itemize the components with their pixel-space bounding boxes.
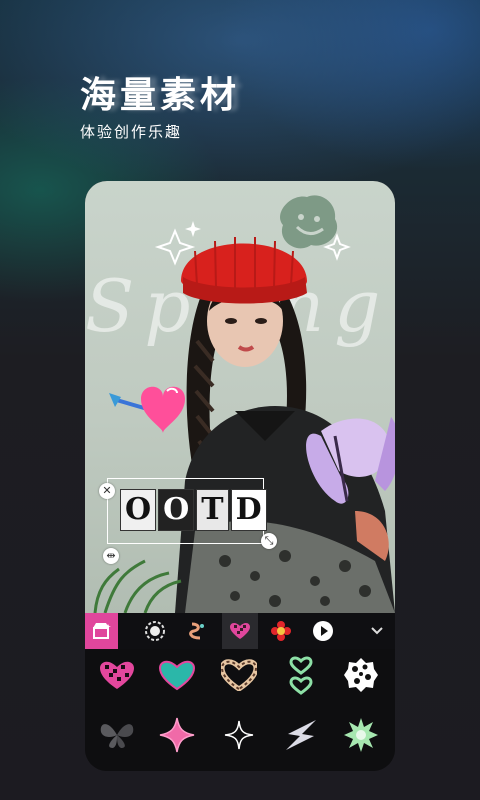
ootd-sticker-frame[interactable]: O O T D	[107, 478, 267, 544]
page-subtitle: 体验创作乐趣	[80, 123, 183, 141]
ootd-letter: T	[196, 489, 229, 531]
silver-shard-sticker[interactable]	[281, 715, 321, 755]
ootd-letter: O	[158, 489, 195, 531]
tab-checker-heart[interactable]	[222, 613, 258, 649]
flower-sticker-icon	[271, 621, 291, 641]
sticker-store-tab[interactable]	[85, 613, 118, 649]
heart-arrow-sticker	[109, 386, 185, 433]
tab-worm[interactable]	[179, 613, 215, 649]
resize-sticker-icon[interactable]: ⤡	[261, 533, 277, 549]
expand-stickers-button[interactable]	[359, 613, 395, 649]
pink-four-point-star-sticker[interactable]	[157, 715, 197, 755]
sticker-category-tabs	[85, 613, 395, 649]
tab-play[interactable]	[305, 613, 341, 649]
pink-checker-heart-sticker[interactable]	[97, 655, 137, 695]
sparkle-doodle-icon	[154, 228, 196, 266]
flip-sticker-icon[interactable]: ⇹	[103, 548, 119, 564]
delete-sticker-icon[interactable]: ✕	[99, 483, 115, 499]
ootd-sticker: O O T D	[120, 489, 267, 531]
leopard-blob-sticker[interactable]	[341, 655, 381, 695]
green-double-heart-sticker[interactable]	[281, 655, 321, 695]
worm-sticker-icon	[189, 622, 204, 640]
teal-heart-sticker[interactable]	[157, 655, 197, 695]
photo-canvas[interactable]: Spring	[85, 181, 395, 613]
checker-heart-sticker-icon	[230, 623, 250, 639]
zebra-heart-sticker[interactable]	[219, 655, 259, 695]
lion-sticker-icon	[145, 621, 165, 641]
plant-decoration	[93, 559, 182, 613]
chevron-down-icon	[371, 627, 383, 635]
smiley-sticker	[280, 195, 338, 249]
glitter-butterfly-sticker[interactable]	[97, 715, 137, 755]
tab-flower[interactable]	[263, 613, 299, 649]
tab-lion[interactable]	[137, 613, 173, 649]
sticker-grid	[85, 649, 395, 771]
outline-sparkle-sticker[interactable]	[219, 715, 259, 755]
sparkle-doodle-icon	[185, 221, 201, 237]
sticker-store-icon	[92, 623, 111, 639]
ootd-letter: D	[230, 489, 267, 531]
editor-preview: Spring	[85, 181, 395, 771]
play-sticker-icon	[313, 621, 333, 641]
ootd-letter: O	[120, 489, 157, 531]
page-title: 海量素材	[80, 75, 241, 116]
green-burst-sticker[interactable]	[341, 715, 381, 755]
